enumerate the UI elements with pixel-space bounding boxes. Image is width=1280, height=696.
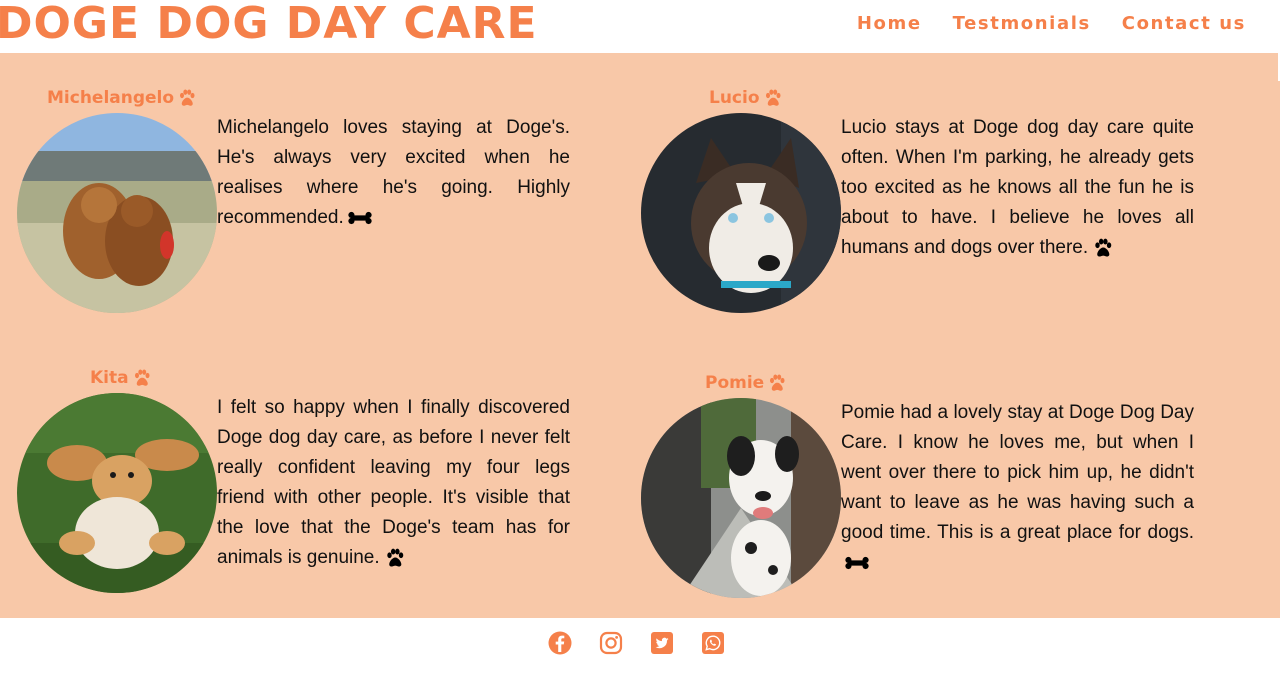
- brand-title[interactable]: DOGE DOG DAY CARE: [0, 0, 538, 49]
- nav-home-link[interactable]: Home: [857, 13, 922, 34]
- bone-icon: [348, 211, 372, 225]
- instagram-icon[interactable]: [599, 631, 623, 655]
- dog-name: Lucio: [709, 88, 783, 108]
- paw-icon: [767, 373, 787, 393]
- paw-icon: [132, 368, 152, 388]
- paw-icon: [177, 88, 197, 108]
- dog-name: Michelangelo: [47, 88, 197, 108]
- testimonial-text: Michelangelo loves staying at Doge's. He…: [217, 117, 570, 228]
- testimonial-text: Pomie had a lovely stay at Doge Dog Day …: [841, 398, 1194, 578]
- main-nav: Home Testmonials Contact us: [857, 13, 1246, 34]
- paw-icon: [763, 88, 783, 108]
- nav-testimonials-link[interactable]: Testmonials: [953, 13, 1091, 34]
- paw-icon: [384, 547, 406, 569]
- dog-photo: [17, 113, 217, 313]
- twitter-icon[interactable]: [650, 631, 674, 655]
- dog-name: Pomie: [705, 373, 787, 393]
- dog-photo: [641, 398, 841, 598]
- social-links: [548, 631, 725, 655]
- testimonial-text: Lucio stays at Doge dog day care quite o…: [841, 117, 1194, 259]
- footer: [0, 618, 1280, 696]
- dog-photo: [641, 113, 841, 313]
- top-navbar: DOGE DOG DAY CARE Home Testmonials Conta…: [0, 0, 1280, 53]
- dog-photo: [17, 393, 217, 593]
- nav-contact-link[interactable]: Contact us: [1122, 13, 1246, 34]
- whatsapp-icon[interactable]: [701, 631, 725, 655]
- testimonial-text: I felt so happy when I finally discovere…: [217, 397, 570, 569]
- dog-name: Kita: [90, 368, 152, 388]
- paw-icon: [1092, 237, 1114, 259]
- facebook-icon[interactable]: [548, 631, 572, 655]
- bone-icon: [845, 556, 869, 570]
